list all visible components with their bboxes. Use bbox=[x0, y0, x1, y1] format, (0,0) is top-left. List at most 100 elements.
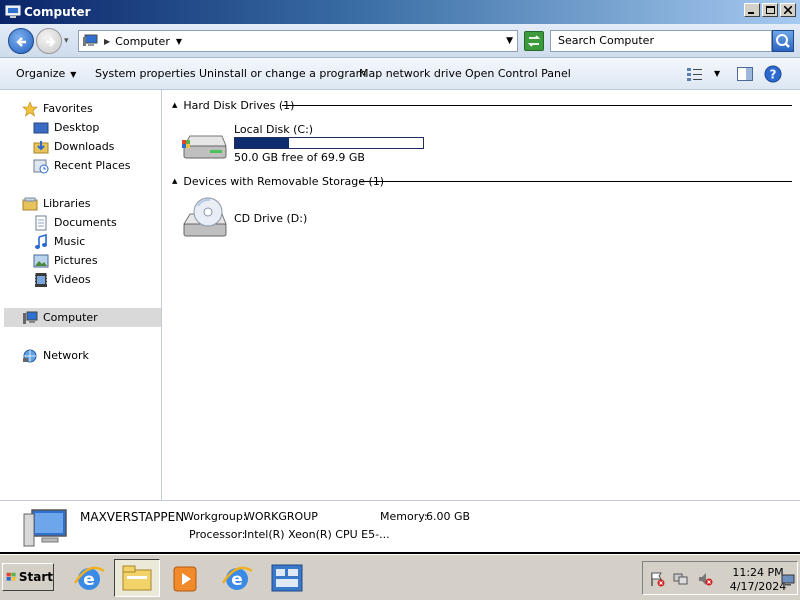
help-icon[interactable]: ? bbox=[764, 65, 782, 83]
uninstall-program-button[interactable]: Uninstall or change a program bbox=[199, 67, 366, 80]
forward-button[interactable] bbox=[36, 28, 62, 54]
local-disk-c-name[interactable]: Local Disk (C:) bbox=[234, 123, 313, 136]
system-properties-button[interactable]: System properties bbox=[95, 67, 196, 80]
minimize-icon bbox=[748, 12, 754, 14]
window-title: Computer bbox=[24, 5, 91, 19]
cd-drive-d-name[interactable]: CD Drive (D:) bbox=[234, 212, 307, 225]
address-history-dropdown-icon[interactable]: ▼ bbox=[506, 36, 513, 46]
nav-desktop[interactable]: Desktop bbox=[33, 118, 161, 137]
taskbar-internet-explorer-2[interactable]: e bbox=[214, 559, 260, 597]
title-bar: Computer bbox=[0, 0, 800, 24]
nav-computer-label: Computer bbox=[43, 311, 98, 324]
network-icon bbox=[23, 349, 37, 362]
breadcrumb-computer[interactable]: Computer bbox=[115, 35, 170, 48]
group-header-hard-disk-drives[interactable]: ▲ Hard Disk Drives (1) bbox=[172, 98, 294, 112]
processor-label: Processor: bbox=[189, 528, 246, 541]
address-bar: ▾ ▶ Computer ▼ ▼ Search Computer bbox=[0, 24, 800, 58]
change-view-icon[interactable] bbox=[686, 66, 704, 82]
taskbar-internet-explorer[interactable]: e bbox=[66, 559, 112, 597]
nav-recent-places[interactable]: Recent Places bbox=[33, 156, 161, 175]
breadcrumb-dropdown-icon[interactable]: ▼ bbox=[176, 37, 182, 46]
system-tray: 11:24 PM 4/17/2024 bbox=[642, 561, 798, 595]
nav-music-label: Music bbox=[54, 235, 86, 248]
search-icon bbox=[776, 34, 790, 48]
nav-libraries[interactable]: Libraries bbox=[22, 194, 161, 213]
computer-name: MAXVERSTAPPEN bbox=[80, 510, 185, 524]
nav-downloads[interactable]: Downloads bbox=[33, 137, 161, 156]
workgroup-value: WORKGROUP bbox=[244, 510, 318, 523]
computer-icon bbox=[23, 509, 67, 547]
taskbar-server-manager[interactable] bbox=[264, 559, 310, 597]
start-label: Start bbox=[18, 570, 53, 584]
volume-muted-icon[interactable] bbox=[697, 571, 713, 587]
collapse-caret-icon[interactable]: ▲ bbox=[172, 177, 177, 185]
open-control-panel-button[interactable]: Open Control Panel bbox=[465, 67, 571, 80]
command-bar: Organize ▼ System properties Uninstall or… bbox=[0, 58, 800, 90]
maximize-button[interactable] bbox=[762, 3, 778, 17]
videos-icon bbox=[35, 272, 47, 287]
svg-text:?: ? bbox=[770, 68, 777, 82]
start-button[interactable]: Start bbox=[2, 563, 54, 591]
desktop-icon bbox=[33, 122, 49, 133]
nav-desktop-label: Desktop bbox=[54, 121, 100, 134]
refresh-button[interactable] bbox=[524, 31, 544, 51]
minimize-button[interactable] bbox=[744, 3, 760, 17]
back-button[interactable] bbox=[8, 28, 34, 54]
nav-libraries-label: Libraries bbox=[43, 197, 91, 210]
view-options-dropdown-icon[interactable]: ▼ bbox=[714, 69, 720, 78]
nav-videos[interactable]: Videos bbox=[33, 270, 161, 289]
workgroup-label: Workgroup: bbox=[183, 510, 247, 523]
preview-pane-icon[interactable] bbox=[737, 66, 753, 82]
nav-music[interactable]: Music bbox=[33, 232, 161, 251]
memory-value: 6.00 GB bbox=[426, 510, 471, 523]
nav-favorites[interactable]: Favorites bbox=[22, 99, 161, 118]
file-list: ▲ Hard Disk Drives (1) Local Disk (C:) 5… bbox=[164, 90, 800, 500]
action-center-flag-icon[interactable] bbox=[649, 571, 665, 587]
forward-arrow-icon bbox=[46, 37, 56, 47]
recent-pages-dropdown-icon[interactable]: ▾ bbox=[64, 36, 69, 46]
memory-label: Memory: bbox=[380, 510, 428, 523]
network-status-icon[interactable] bbox=[673, 571, 689, 587]
search-button[interactable] bbox=[772, 30, 794, 52]
folder-icon bbox=[122, 565, 152, 591]
group-header-removable-storage[interactable]: ▲ Devices with Removable Storage (1) bbox=[172, 174, 384, 188]
group-divider bbox=[282, 105, 792, 106]
computer-icon bbox=[23, 311, 38, 324]
breadcrumb-arrow-icon[interactable]: ▶ bbox=[104, 37, 110, 46]
main-area: Favorites Desktop Downloads Recent Place… bbox=[0, 90, 800, 500]
map-network-drive-button[interactable]: Map network drive bbox=[359, 67, 462, 80]
star-icon bbox=[22, 100, 38, 117]
group-removable-label: Devices with Removable Storage (1) bbox=[183, 174, 385, 188]
nav-network-label: Network bbox=[43, 349, 89, 362]
navigation-pane: Favorites Desktop Downloads Recent Place… bbox=[4, 90, 162, 500]
taskbar-windows-explorer[interactable] bbox=[114, 559, 160, 597]
pictures-icon bbox=[33, 254, 49, 267]
nav-pictures[interactable]: Pictures bbox=[33, 251, 161, 270]
maximize-icon bbox=[765, 5, 775, 14]
taskbar-media-player[interactable] bbox=[162, 559, 208, 597]
nav-network[interactable]: Network bbox=[22, 346, 161, 365]
computer-icon bbox=[5, 5, 21, 18]
nav-downloads-label: Downloads bbox=[54, 140, 115, 153]
nav-recent-places-label: Recent Places bbox=[54, 159, 131, 172]
taskbar: Start e e 11:24 PM 4/17/2024 bbox=[0, 554, 800, 600]
nav-documents[interactable]: Documents bbox=[33, 213, 161, 232]
organize-button[interactable]: Organize ▼ bbox=[16, 67, 76, 80]
close-button[interactable] bbox=[780, 3, 796, 17]
nav-documents-label: Documents bbox=[54, 216, 117, 229]
show-desktop-icon[interactable] bbox=[781, 574, 795, 586]
local-disk-usage-fill bbox=[235, 138, 289, 148]
details-pane: MAXVERSTAPPEN Workgroup: WORKGROUP Memor… bbox=[0, 500, 800, 552]
group-divider bbox=[360, 181, 792, 182]
nav-computer[interactable]: Computer bbox=[4, 308, 161, 327]
nav-pictures-label: Pictures bbox=[54, 254, 98, 267]
address-field[interactable]: ▶ Computer ▼ ▼ bbox=[78, 30, 518, 52]
collapse-caret-icon[interactable]: ▲ bbox=[172, 101, 177, 109]
cd-drive-icon bbox=[183, 197, 227, 237]
refresh-icon bbox=[527, 35, 541, 47]
windows-logo-icon bbox=[6, 572, 16, 581]
downloads-folder-icon bbox=[33, 140, 49, 153]
hard-drive-icon bbox=[182, 135, 227, 159]
search-input[interactable]: Search Computer bbox=[550, 30, 772, 52]
media-player-icon bbox=[173, 566, 197, 592]
